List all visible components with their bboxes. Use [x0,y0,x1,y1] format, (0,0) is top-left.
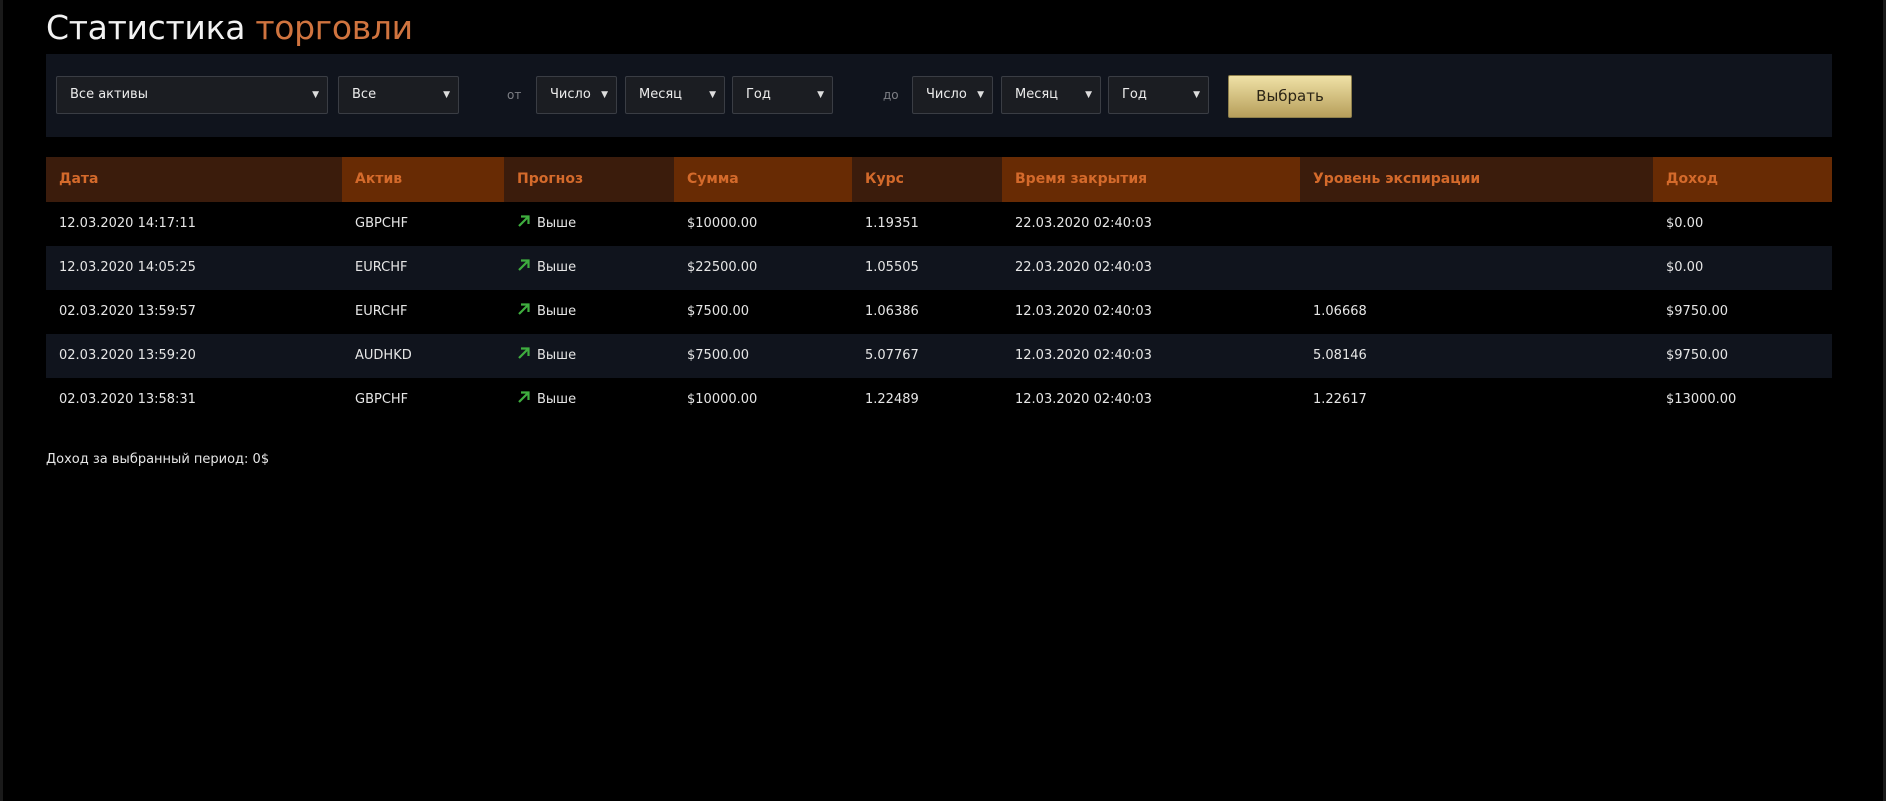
cell-rate: 1.05505 [865,260,919,275]
column-header-expiry-level[interactable]: Уровень экспирации [1300,157,1653,202]
chevron-down-icon: ▼ [1085,90,1092,100]
arrow-up-right-icon [518,303,530,315]
forecast-label: Выше [537,260,577,275]
arrow-up-right-icon [518,347,530,359]
chevron-down-icon: ▼ [709,90,716,100]
cell-forecast: Выше [504,334,576,378]
cell-amount: $7500.00 [687,348,750,363]
cell-close-time: 22.03.2020 02:40:03 [1015,216,1152,231]
from-month-select[interactable]: Месяц ▼ [625,76,725,114]
cell-asset: GBPCHF [355,392,409,407]
cell-expiry-level: 5.08146 [1313,348,1367,363]
column-header-forecast[interactable]: Прогноз [504,157,674,202]
page-frame: Статистика торговли Все активы ▼ Все ▼ о… [0,0,1886,801]
from-year-value: Год [746,87,771,102]
type-select[interactable]: Все ▼ [338,76,459,114]
from-year-select[interactable]: Год ▼ [732,76,833,114]
forecast-label: Выше [537,392,577,407]
cell-close-time: 12.03.2020 02:40:03 [1015,348,1152,363]
to-label: до [883,88,899,102]
cell-income: $9750.00 [1666,348,1729,363]
arrow-up-right-icon [518,215,530,227]
submit-button[interactable]: Выбрать [1228,75,1352,118]
cell-amount: $22500.00 [687,260,758,275]
to-year-select[interactable]: Год ▼ [1108,76,1209,114]
to-day-value: Число [926,87,967,102]
column-header-income[interactable]: Доход [1653,157,1832,202]
cell-close-time: 12.03.2020 02:40:03 [1015,304,1152,319]
cell-amount: $7500.00 [687,304,750,319]
table-row: 02.03.2020 13:59:20 AUDHKD Выше $7500.00 5.0… [46,334,1832,378]
cell-close-time: 22.03.2020 02:40:03 [1015,260,1152,275]
cell-asset: EURCHF [355,260,408,275]
column-header-rate[interactable]: Курс [852,157,1002,202]
forecast-label: Выше [537,216,577,231]
cell-forecast: Выше [504,246,576,290]
to-month-select[interactable]: Месяц ▼ [1001,76,1101,114]
cell-date: 12.03.2020 14:17:11 [59,216,196,231]
cell-income: $9750.00 [1666,304,1729,319]
page-title: Статистика торговли [46,8,413,47]
cell-forecast: Выше [504,378,576,422]
cell-income: $13000.00 [1666,392,1737,407]
cell-expiry-level [1300,246,1313,290]
cell-date: 02.03.2020 13:59:20 [59,348,196,363]
column-header-close-time[interactable]: Время закрытия [1002,157,1300,202]
cell-close-time: 12.03.2020 02:40:03 [1015,392,1152,407]
from-label: от [507,88,522,102]
arrow-up-right-icon [518,259,530,271]
arrow-up-right-icon [518,391,530,403]
chevron-down-icon: ▼ [977,90,984,100]
cell-rate: 1.19351 [865,216,919,231]
trades-table: Дата Актив Прогноз Сумма Курс Время закр… [46,157,1832,422]
column-header-amount[interactable]: Сумма [674,157,852,202]
cell-forecast: Выше [504,202,576,246]
column-header-date[interactable]: Дата [46,157,342,202]
from-day-select[interactable]: Число ▼ [536,76,617,114]
cell-asset: GBPCHF [355,216,409,231]
table-row: 12.03.2020 14:17:11 GBPCHF Выше $10000.00 1.… [46,202,1832,246]
period-income-summary: Доход за выбранный период: 0$ [46,452,270,467]
forecast-label: Выше [537,304,577,319]
table-body: 12.03.2020 14:17:11 GBPCHF Выше $10000.00 1.… [46,202,1832,422]
table-header: Дата Актив Прогноз Сумма Курс Время закр… [46,157,1832,202]
cell-expiry-level: 1.22617 [1313,392,1367,407]
cell-rate: 1.22489 [865,392,919,407]
from-day-value: Число [550,87,591,102]
cell-amount: $10000.00 [687,216,758,231]
cell-date: 02.03.2020 13:58:31 [59,392,196,407]
cell-expiry-level [1300,202,1313,246]
table-row: 12.03.2020 14:05:25 EURCHF Выше $22500.00 1.… [46,246,1832,290]
to-month-value: Месяц [1015,87,1059,102]
cell-rate: 1.06386 [865,304,919,319]
to-day-select[interactable]: Число ▼ [912,76,993,114]
cell-asset: EURCHF [355,304,408,319]
cell-asset: AUDHKD [355,348,412,363]
cell-expiry-level: 1.06668 [1313,304,1367,319]
table-row: 02.03.2020 13:58:31 GBPCHF Выше $10000.00 1.… [46,378,1832,422]
asset-select-value: Все активы [70,87,148,102]
cell-rate: 5.07767 [865,348,919,363]
page-title-part1: Статистика [46,8,246,47]
chevron-down-icon: ▼ [1193,90,1200,100]
forecast-label: Выше [537,348,577,363]
to-year-value: Год [1122,87,1147,102]
chevron-down-icon: ▼ [443,90,450,100]
cell-income: $0.00 [1666,216,1704,231]
chevron-down-icon: ▼ [312,90,319,100]
table-row: 02.03.2020 13:59:57 EURCHF Выше $7500.00 1.0… [46,290,1832,334]
cell-income: $0.00 [1666,260,1704,275]
type-select-value: Все [352,87,377,102]
filter-panel: Все активы ▼ Все ▼ от Число ▼ Месяц ▼ Го… [46,54,1832,137]
from-month-value: Месяц [639,87,683,102]
asset-select[interactable]: Все активы ▼ [56,76,328,114]
cell-forecast: Выше [504,290,576,334]
cell-date: 02.03.2020 13:59:57 [59,304,196,319]
chevron-down-icon: ▼ [601,90,608,100]
chevron-down-icon: ▼ [817,90,824,100]
cell-amount: $10000.00 [687,392,758,407]
column-header-asset[interactable]: Актив [342,157,504,202]
page-title-part2: торговли [255,8,413,47]
cell-date: 12.03.2020 14:05:25 [59,260,196,275]
